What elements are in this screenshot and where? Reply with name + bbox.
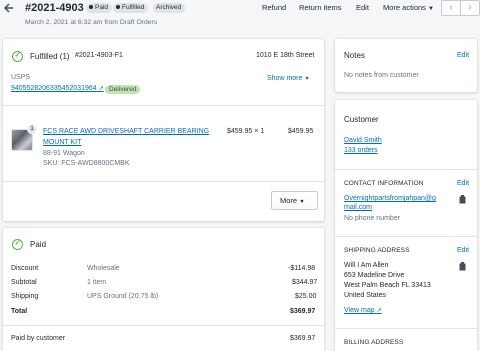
address-line: West Palm Beach FL 33413	[344, 282, 431, 289]
tracking-number: 9405528206335452031964	[11, 85, 97, 92]
top-bar: #2021-4903 Paid Fulfilled Archived Refun…	[0, 0, 480, 19]
contact-edit-button[interactable]: Edit	[457, 180, 469, 187]
copy-icon[interactable]	[459, 195, 466, 206]
fulfillment-id: #2021-4903-F1	[75, 52, 123, 59]
delivered-badge: Delivered	[105, 85, 141, 94]
archived-badge: Archived	[153, 3, 186, 13]
customer-orders-link[interactable]: 133 orders	[344, 147, 377, 154]
show-more-label: Show more	[267, 75, 303, 82]
shipping-amount: $25.00	[295, 293, 317, 300]
fulfilled-title: Fulfilled (1)	[30, 52, 70, 61]
badge-label: Paid	[95, 4, 109, 11]
notes-body: No notes from customer	[344, 72, 419, 79]
check-circle-icon: ✓	[12, 51, 23, 62]
paid-by-label: Paid by customer	[11, 335, 66, 342]
notes-edit-button[interactable]: Edit	[457, 52, 469, 59]
customer-card: Customer David Smith 133 orders CONTACT …	[335, 100, 477, 351]
view-map-label: View map	[344, 307, 375, 314]
fulfilled-badge: Fulfilled	[113, 3, 149, 13]
product-title-line2[interactable]: MOUNT KIT	[43, 139, 81, 146]
divider	[335, 328, 477, 329]
total-label: Total	[11, 308, 28, 315]
notes-title: Notes	[344, 51, 365, 60]
more-label: More	[280, 196, 298, 205]
shipping-edit-button[interactable]: Edit	[457, 247, 469, 254]
contact-info-title: CONTACT INFORMATION	[344, 180, 424, 187]
more-actions-label: More actions	[383, 3, 426, 12]
divider	[3, 105, 324, 106]
customer-name-link[interactable]: David Smith	[344, 137, 382, 144]
divider	[3, 325, 324, 326]
payment-title: Paid	[30, 240, 47, 249]
line-total: $459.95	[288, 128, 314, 135]
copy-icon[interactable]	[459, 262, 466, 273]
show-more-button[interactable]: Show more ▼	[267, 75, 310, 82]
quantity-badge: 1	[27, 124, 37, 134]
badge-label: Archived	[156, 4, 182, 11]
order-number: #2021-4903	[25, 2, 84, 14]
discount-amount: -$114.98	[288, 265, 316, 272]
view-map-link[interactable]: View map ↗	[344, 307, 382, 314]
product-title-line1[interactable]: FCS RACE AWD DRIVESHAFT CARRIER BEARING	[43, 128, 209, 135]
address-line: 653 Madeline Drive	[344, 272, 405, 279]
edit-order-button[interactable]: Edit	[356, 3, 369, 12]
caret-down-icon: ▼	[428, 6, 434, 12]
arrow-left-icon[interactable]	[3, 2, 16, 15]
badge-label: Fulfilled	[122, 4, 145, 11]
paid-by-amount: $369.97	[290, 335, 316, 342]
check-circle-icon: ✓	[12, 239, 23, 250]
address-line: Will I Am Allen	[344, 262, 389, 269]
dot-icon	[89, 5, 93, 9]
fulfilled-card: ✓ Fulfilled (1) #2021-4903-F1 1010 E 18t…	[3, 39, 324, 221]
return-items-button[interactable]: Return items	[299, 3, 342, 12]
paid-badge: Paid	[86, 3, 113, 13]
divider	[3, 181, 324, 182]
customer-title: Customer	[344, 115, 379, 124]
more-actions-button[interactable]: More actions ▼	[383, 3, 434, 12]
billing-address-title: BILLING ADDRESS	[344, 339, 404, 346]
divider	[335, 169, 477, 170]
product-variant: 88-91 Wagon	[43, 150, 85, 157]
unit-price: $459.95 × 1	[227, 128, 265, 135]
dot-icon	[116, 5, 120, 9]
discount-label: Discount	[11, 265, 39, 272]
refund-button[interactable]: Refund	[262, 3, 286, 12]
fulfillment-location: 1010 E 18th Street	[256, 52, 315, 59]
shipping-detail: UPS Ground (20.75 lb)	[87, 293, 159, 300]
shipping-address-title: SHIPPING ADDRESS	[344, 247, 410, 254]
caret-down-icon: ▼	[304, 76, 310, 82]
caret-down-icon: ▼	[299, 199, 305, 205]
subtotal-label: Subtotal	[11, 279, 37, 286]
divider	[335, 236, 477, 237]
chevron-left-icon[interactable]: ‹	[441, 0, 461, 16]
product-sku: SKU: FCS-AWD8800CMBK	[43, 160, 130, 167]
customer-phone: No phone number	[344, 215, 401, 222]
more-button[interactable]: More ▼	[271, 191, 318, 210]
order-subline: March 2, 2021 at 6:32 am from Draft Orde…	[25, 19, 158, 26]
tracking-link[interactable]: 9405528206335452031964 ↗	[11, 85, 104, 92]
customer-email-line1[interactable]: Overnightpartsfromjahpan@g	[344, 195, 436, 202]
carrier-name: USPS	[11, 74, 31, 81]
payment-card: ✓ Paid Discount Wholesale -$114.98 Subto…	[3, 228, 324, 351]
address-line: United States	[344, 292, 387, 299]
subtotal-detail: 1 item	[87, 279, 107, 286]
total-amount: $369.97	[290, 308, 316, 315]
chevron-right-icon[interactable]: ›	[460, 0, 480, 16]
discount-detail: Wholesale	[87, 265, 120, 272]
notes-card: Notes Edit No notes from customer	[335, 39, 477, 92]
subtotal-amount: $344.97	[292, 279, 318, 286]
shipping-label: Shipping	[11, 293, 39, 300]
external-link-icon: ↗	[376, 308, 382, 314]
customer-email-line2[interactable]: mail.com	[344, 204, 372, 211]
external-link-icon: ↗	[98, 86, 104, 92]
